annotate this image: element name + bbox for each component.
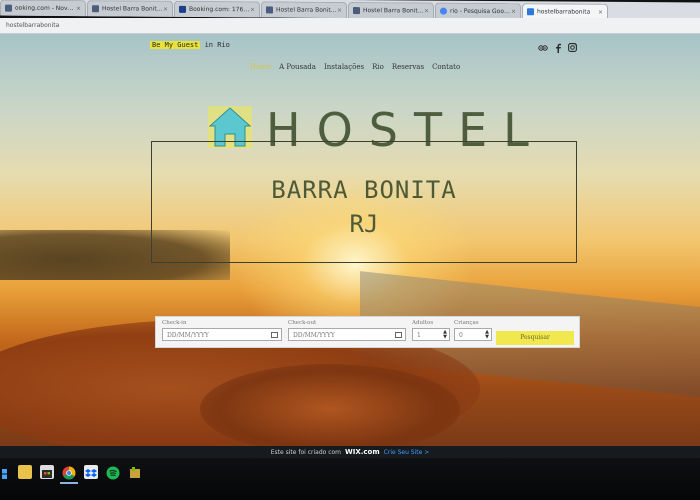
browser-tab[interactable]: rio - Pesquisa Google × (435, 2, 521, 20)
browser-tab[interactable]: Hostel Barra Bonita - R...× (261, 1, 347, 18)
os-taskbar (0, 458, 700, 500)
instagram-icon[interactable] (568, 43, 577, 52)
background-sand (200, 364, 460, 446)
close-tab-icon[interactable]: × (511, 8, 516, 15)
wix-favicon-icon (527, 8, 534, 16)
dropbox-icon[interactable] (84, 465, 98, 479)
favicon-icon (5, 4, 12, 12)
children-value: 0 (459, 332, 463, 339)
wix-banner-text: Este site foi criado com (270, 448, 342, 456)
children-field: Crianças 0 ▲ ▼ (454, 320, 492, 341)
favicon-icon (266, 6, 273, 14)
website-page: Be My Guest in Rio Home A Pousada Instal… (0, 34, 700, 446)
main-nav: Home A Pousada Instalações Rio Reservas … (250, 63, 460, 71)
facebook-icon[interactable] (553, 43, 562, 53)
close-tab-icon[interactable]: × (250, 6, 255, 13)
browser-tab[interactable]: Hostel Barra Bonita - Ri...× (87, 0, 173, 17)
favicon-icon (179, 5, 186, 13)
wix-banner[interactable]: Este site foi criado com WIX.com Crie Se… (0, 446, 700, 458)
favicon-icon (353, 7, 360, 15)
children-label: Crianças (454, 320, 479, 326)
checkin-label: Check-in (162, 320, 187, 326)
nav-item-instalacoes[interactable]: Instalações (324, 63, 364, 71)
close-tab-icon[interactable]: × (598, 9, 603, 16)
store-icon[interactable] (40, 465, 54, 479)
google-icon (440, 7, 447, 15)
windows-icon[interactable] (0, 465, 10, 479)
checkin-field: Check-in DD/MM/YYYY (162, 320, 282, 341)
adults-value: 1 (417, 332, 421, 339)
monitor-screen: ooking.com - Nova r... × Hostel Barra Bon… (0, 0, 700, 500)
stepper-arrows-icon[interactable]: ▲ ▼ (443, 330, 447, 340)
checkout-field: Check-out DD/MM/YYYY (288, 320, 406, 341)
children-stepper[interactable]: 0 ▲ ▼ (454, 328, 492, 341)
adults-label: Adultos (412, 320, 434, 326)
nav-item-contato[interactable]: Contato (432, 63, 460, 71)
nav-item-rio[interactable]: Rio (372, 63, 384, 71)
close-tab-icon[interactable]: × (76, 5, 81, 12)
browser-tab[interactable]: ooking.com - Nova r... × (0, 0, 86, 17)
search-button[interactable]: Pesquisar (496, 331, 574, 345)
nav-item-reservas[interactable]: Reservas (392, 63, 424, 71)
checkout-placeholder: DD/MM/YYYY (293, 332, 335, 339)
tripadvisor-icon[interactable] (538, 43, 548, 52)
adults-field: Adultos 1 ▲ ▼ (412, 320, 450, 341)
social-links (538, 43, 577, 53)
spotify-icon[interactable] (106, 465, 120, 480)
chrome-icon[interactable] (60, 465, 78, 484)
tagline-highlight: Be My Guest (150, 41, 201, 49)
calendar-icon[interactable] (395, 332, 402, 338)
subtitle-barra-bonita: BARRA BONITA (271, 176, 457, 204)
checkin-placeholder: DD/MM/YYYY (167, 332, 209, 339)
browser-tab[interactable]: Booking.com: 176 hotéi... × (174, 0, 260, 18)
wix-logo: WIX.com (345, 448, 380, 456)
close-tab-icon[interactable]: × (163, 6, 168, 13)
create-site-link[interactable]: Crie Seu Site > (384, 449, 430, 456)
app-icon[interactable] (128, 465, 142, 479)
subtitle-rj: RJ (349, 210, 379, 238)
checkin-input[interactable]: DD/MM/YYYY (162, 328, 282, 341)
address-bar[interactable]: hostelbarrabonita (0, 18, 700, 34)
address-text: hostelbarrabonita (6, 22, 60, 29)
adults-stepper[interactable]: 1 ▲ ▼ (412, 328, 450, 341)
booking-form: Check-in DD/MM/YYYY Check-out DD/MM/YYYY… (155, 316, 580, 348)
calendar-icon[interactable] (271, 332, 278, 338)
tagline-rest: in Rio (200, 41, 230, 49)
file-explorer-icon[interactable] (18, 465, 32, 479)
site-tagline: Be My Guest in Rio (150, 41, 230, 49)
nav-item-home[interactable]: Home (250, 63, 271, 71)
close-tab-icon[interactable]: × (337, 7, 342, 14)
favicon-icon (92, 5, 99, 13)
browser-tab[interactable]: Hostel Barra Bonita - R...× (348, 1, 434, 19)
close-tab-icon[interactable]: × (424, 8, 429, 15)
stepper-arrows-icon[interactable]: ▲ ▼ (485, 330, 489, 340)
checkout-label: Check-out (288, 320, 317, 326)
checkout-input[interactable]: DD/MM/YYYY (288, 328, 406, 341)
nav-item-a-pousada[interactable]: A Pousada (279, 63, 316, 71)
